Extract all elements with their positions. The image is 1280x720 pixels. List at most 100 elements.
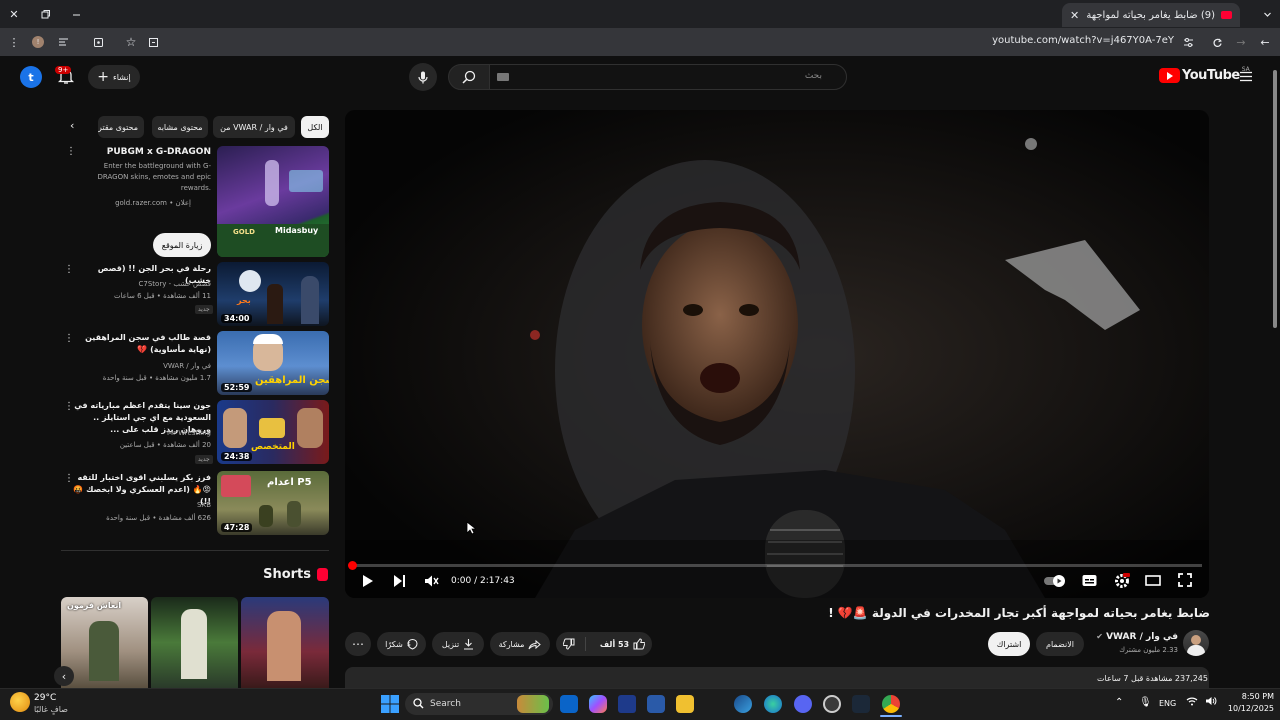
chip-recommended[interactable]: محتوى مقترح (98, 116, 144, 138)
progress-scrubber[interactable] (348, 561, 357, 570)
bookmark-star-icon[interactable]: ☆ (121, 32, 141, 52)
site-settings-icon[interactable] (1178, 32, 1198, 52)
ad-description: Enter the battleground with G-DRAGON ski… (97, 162, 211, 192)
visit-site-button[interactable]: زيارة الموقع (153, 233, 211, 257)
back-icon[interactable]: ← (1255, 32, 1275, 52)
short-thumbnail[interactable] (241, 597, 329, 688)
join-button[interactable]: الانضمام (1036, 632, 1084, 656)
chip-from-channel[interactable]: من VWAR / في وار (213, 116, 295, 138)
close-window-icon[interactable]: ✕ (4, 4, 24, 24)
subtitles-icon[interactable] (1082, 574, 1097, 587)
like-button[interactable]: 53 ألف (596, 638, 646, 650)
related-channel[interactable]: Mr Wrestling (71, 428, 211, 439)
more-actions-button[interactable]: ⋯ (345, 632, 371, 656)
reload-icon[interactable] (1207, 32, 1227, 52)
browser-tab-youtube[interactable]: (9) ضابط يغامر بحياته لمواجهة أك ✕ (1062, 3, 1240, 27)
reading-list-icon[interactable] (53, 32, 73, 52)
search-highlight-icon[interactable] (517, 695, 549, 713)
chrome-icon[interactable] (882, 695, 900, 713)
short-thumbnail[interactable] (151, 597, 238, 688)
app-icon[interactable] (734, 695, 752, 713)
chip-related[interactable]: محتوى مشابه (152, 116, 208, 138)
fullscreen-icon[interactable] (1178, 573, 1192, 587)
windows-start-icon[interactable] (381, 695, 399, 713)
weather-temp[interactable]: 29°C (34, 693, 56, 703)
forward-icon[interactable]: → (1231, 32, 1251, 52)
clock-time[interactable]: 8:50 PM (1234, 692, 1274, 701)
super-thanks-icon: $ (407, 638, 418, 650)
video-menu-icon[interactable]: ⋮ (64, 264, 74, 275)
chip-all[interactable]: الكل (301, 116, 329, 138)
steam-icon[interactable] (852, 695, 870, 713)
page-scrollbar[interactable] (1270, 56, 1280, 688)
weather-icon[interactable] (10, 692, 30, 712)
related-channel[interactable]: قصص خشب - C7Story (71, 279, 211, 290)
tray-overflow-icon[interactable]: ⌃ (1115, 697, 1123, 708)
guide-menu-icon[interactable] (1239, 71, 1253, 82)
thanks-label: شكرًا (385, 639, 403, 649)
defender-icon[interactable] (618, 695, 636, 713)
voice-search-button[interactable] (409, 63, 437, 91)
minimize-window-icon[interactable] (66, 4, 86, 24)
next-video-icon[interactable] (393, 574, 406, 588)
account-avatar[interactable]: t (20, 66, 42, 88)
subscribe-button[interactable]: اشتراك (988, 632, 1030, 656)
ad-sponsor[interactable]: إعلان • gold.razer.com (91, 198, 191, 209)
shorts-heading: Shorts (263, 567, 328, 582)
dislike-button[interactable] (562, 638, 575, 650)
close-tab-icon[interactable]: ✕ (1070, 9, 1079, 22)
progress-bar[interactable] (351, 564, 1202, 567)
ad-menu-icon[interactable]: ⋮ (66, 146, 76, 157)
obs-icon[interactable] (823, 695, 841, 713)
related-channel[interactable]: في وار / VWAR (71, 361, 211, 372)
screenshot-icon[interactable] (143, 32, 163, 52)
channel-avatar[interactable] (1183, 630, 1209, 656)
address-bar-url[interactable]: youtube.com/watch?v=j467Y0A-7eY (992, 35, 1174, 46)
store-icon[interactable] (647, 695, 665, 713)
video-menu-icon[interactable]: ⋮ (64, 473, 74, 484)
related-title[interactable]: قصة طالب في سجن المراهقين (نهاية مأساوية… (71, 332, 211, 356)
keyboard-icon[interactable] (497, 73, 509, 81)
video-menu-icon[interactable]: ⋮ (64, 333, 74, 344)
scrollbar-thumb[interactable] (1273, 70, 1277, 328)
create-button[interactable]: إنشاء + (88, 65, 140, 89)
wifi-icon[interactable] (1186, 696, 1198, 706)
profile-icon[interactable]: ! (28, 32, 48, 52)
language-indicator[interactable]: ENG (1159, 699, 1176, 708)
settings-gear-icon[interactable] (1114, 573, 1130, 589)
related-thumbnail[interactable]: اعدام P5 47:28 (217, 471, 329, 535)
related-thumbnail[interactable]: بحر 34:00 (217, 262, 329, 326)
search-input[interactable]: بحث (489, 64, 847, 90)
volume-icon[interactable] (1205, 696, 1217, 706)
short-thumbnail[interactable]: انعاش فرمون (61, 597, 148, 688)
restore-window-icon[interactable] (35, 4, 55, 24)
ad-thumbnail[interactable]: GOLD Midasbuy (217, 146, 329, 257)
discord-icon[interactable] (794, 695, 812, 713)
video-menu-icon[interactable]: ⋮ (64, 401, 74, 412)
theater-mode-icon[interactable] (1145, 574, 1161, 587)
autoplay-toggle-icon[interactable] (1043, 574, 1067, 588)
related-thumbnail[interactable]: سجن المراهقين 52:59 (217, 331, 329, 395)
channel-name[interactable]: في وار / VWAR ✔ (1096, 632, 1178, 642)
tab-search-icon[interactable] (1257, 4, 1277, 24)
thanks-button[interactable]: $ شكرًا (377, 632, 426, 656)
mute-icon[interactable] (424, 574, 439, 588)
menu-dots-icon[interactable]: ⋮ (4, 32, 24, 52)
tray-mic-icon[interactable]: 🎙 (1139, 697, 1152, 708)
chips-scroll-left-icon[interactable]: ‹ (70, 119, 74, 132)
related-thumbnail[interactable]: المتخصص 24:38 (217, 400, 329, 464)
share-button[interactable]: مشاركة (490, 632, 550, 656)
shorts-scroll-left-icon[interactable]: ‹ (54, 666, 74, 686)
ad-title[interactable]: PUBGM x G-DRAGON (81, 146, 211, 158)
outlook-icon[interactable] (560, 695, 578, 713)
related-channel[interactable]: SXB (71, 500, 211, 511)
extensions-icon[interactable] (88, 32, 108, 52)
search-button[interactable] (448, 64, 490, 90)
edge-icon[interactable] (764, 695, 782, 713)
copilot-icon[interactable] (589, 695, 607, 713)
file-explorer-icon[interactable] (676, 695, 694, 713)
download-button[interactable]: تنزيل (432, 632, 484, 656)
play-icon[interactable] (362, 574, 374, 588)
clock-date[interactable]: 10/12/2025 (1224, 704, 1274, 713)
youtube-logo[interactable]: YouTube SA (1159, 66, 1250, 83)
